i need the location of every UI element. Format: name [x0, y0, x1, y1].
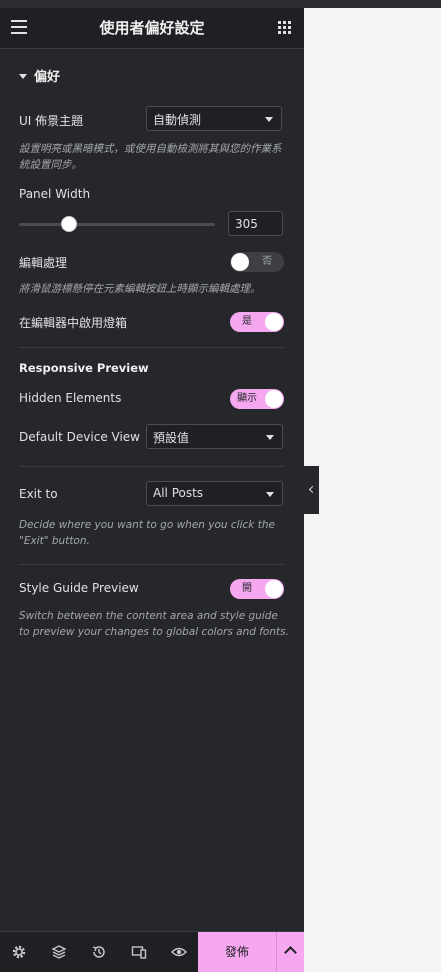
chevron-down-icon: [266, 492, 274, 497]
style-guide-toggle[interactable]: 開: [230, 579, 284, 599]
eye-icon[interactable]: [171, 944, 187, 960]
history-icon[interactable]: [91, 944, 107, 960]
default-device-select[interactable]: 預設值: [146, 424, 283, 449]
edit-handles-toggle[interactable]: 否: [230, 252, 284, 272]
style-guide-label: Style Guide Preview: [19, 581, 139, 595]
exit-to-description: Decide where you want to go when you cli…: [19, 519, 275, 547]
default-device-label: Default Device View: [19, 430, 140, 444]
default-device-value: 預設值: [153, 431, 190, 445]
panel-width-slider-thumb[interactable]: [61, 216, 77, 232]
panel-width-label: Panel Width: [19, 187, 91, 201]
exit-to-select[interactable]: All Posts: [146, 481, 283, 506]
ui-theme-description: 設置明亮或黑暗模式，或使用自動檢測將其與您的作業系統設置同步。: [19, 143, 282, 171]
edit-handles-label: 編輯處理: [19, 256, 68, 270]
exit-to-value: All Posts: [153, 486, 204, 500]
responsive-preview-heading: Responsive Preview: [19, 361, 149, 375]
toggle-knob: [265, 580, 283, 598]
top-strip: [0, 0, 441, 8]
lightbox-toggle[interactable]: 是: [230, 312, 284, 332]
edit-handles-description: 將滑鼠游標懸停在元素編輯按鈕上時顯示編輯處理。: [19, 283, 261, 295]
chevron-down-icon: [265, 117, 273, 122]
divider: [19, 564, 284, 565]
divider: [19, 347, 284, 348]
section-preferences-toggle[interactable]: 偏好: [19, 66, 60, 85]
gear-icon[interactable]: [11, 944, 27, 960]
responsive-icon[interactable]: [131, 944, 147, 960]
layers-icon[interactable]: [51, 944, 67, 960]
toggle-knob: [265, 313, 283, 331]
page-title: 使用者偏好設定: [99, 19, 205, 37]
publish-options-chevron-up-icon[interactable]: [276, 932, 304, 972]
lightbox-label: 在編輯器中啟用燈箱: [19, 316, 128, 330]
section-title: 偏好: [34, 70, 61, 85]
toggle-state: 開: [242, 583, 252, 594]
style-guide-description: Switch between the content area and styl…: [19, 610, 289, 638]
hidden-elements-label: Hidden Elements: [19, 391, 122, 405]
collapse-panel-chevron-left-icon[interactable]: [304, 466, 319, 514]
caret-down-icon: [19, 74, 27, 79]
panel-width-slider-track[interactable]: [19, 223, 215, 226]
hidden-elements-toggle[interactable]: 顯示: [230, 389, 284, 409]
ui-theme-value: 自動偵測: [153, 113, 202, 127]
chevron-down-icon: [266, 435, 274, 440]
toggle-state: 否: [262, 256, 272, 267]
toggle-state: 是: [242, 316, 252, 327]
toggle-state: 顯示: [237, 393, 257, 404]
divider: [19, 466, 284, 467]
exit-to-label: Exit to: [19, 487, 58, 501]
ui-theme-label: UI 佈景主題: [19, 114, 84, 128]
toggle-knob: [265, 390, 283, 408]
apps-grid-icon[interactable]: [278, 21, 291, 34]
publish-button[interactable]: 發佈: [198, 932, 276, 972]
toggle-knob: [231, 253, 249, 271]
panel-header: 使用者偏好設定: [0, 8, 304, 49]
ui-theme-select[interactable]: 自動偵測: [146, 106, 282, 131]
panel-width-input[interactable]: 305: [228, 211, 283, 236]
panel-footer: 發佈: [0, 931, 304, 972]
preferences-panel: 使用者偏好設定 偏好 UI 佈景主題 自動偵測 設置明亮或黑暗模式，或使用自動檢…: [0, 8, 304, 972]
